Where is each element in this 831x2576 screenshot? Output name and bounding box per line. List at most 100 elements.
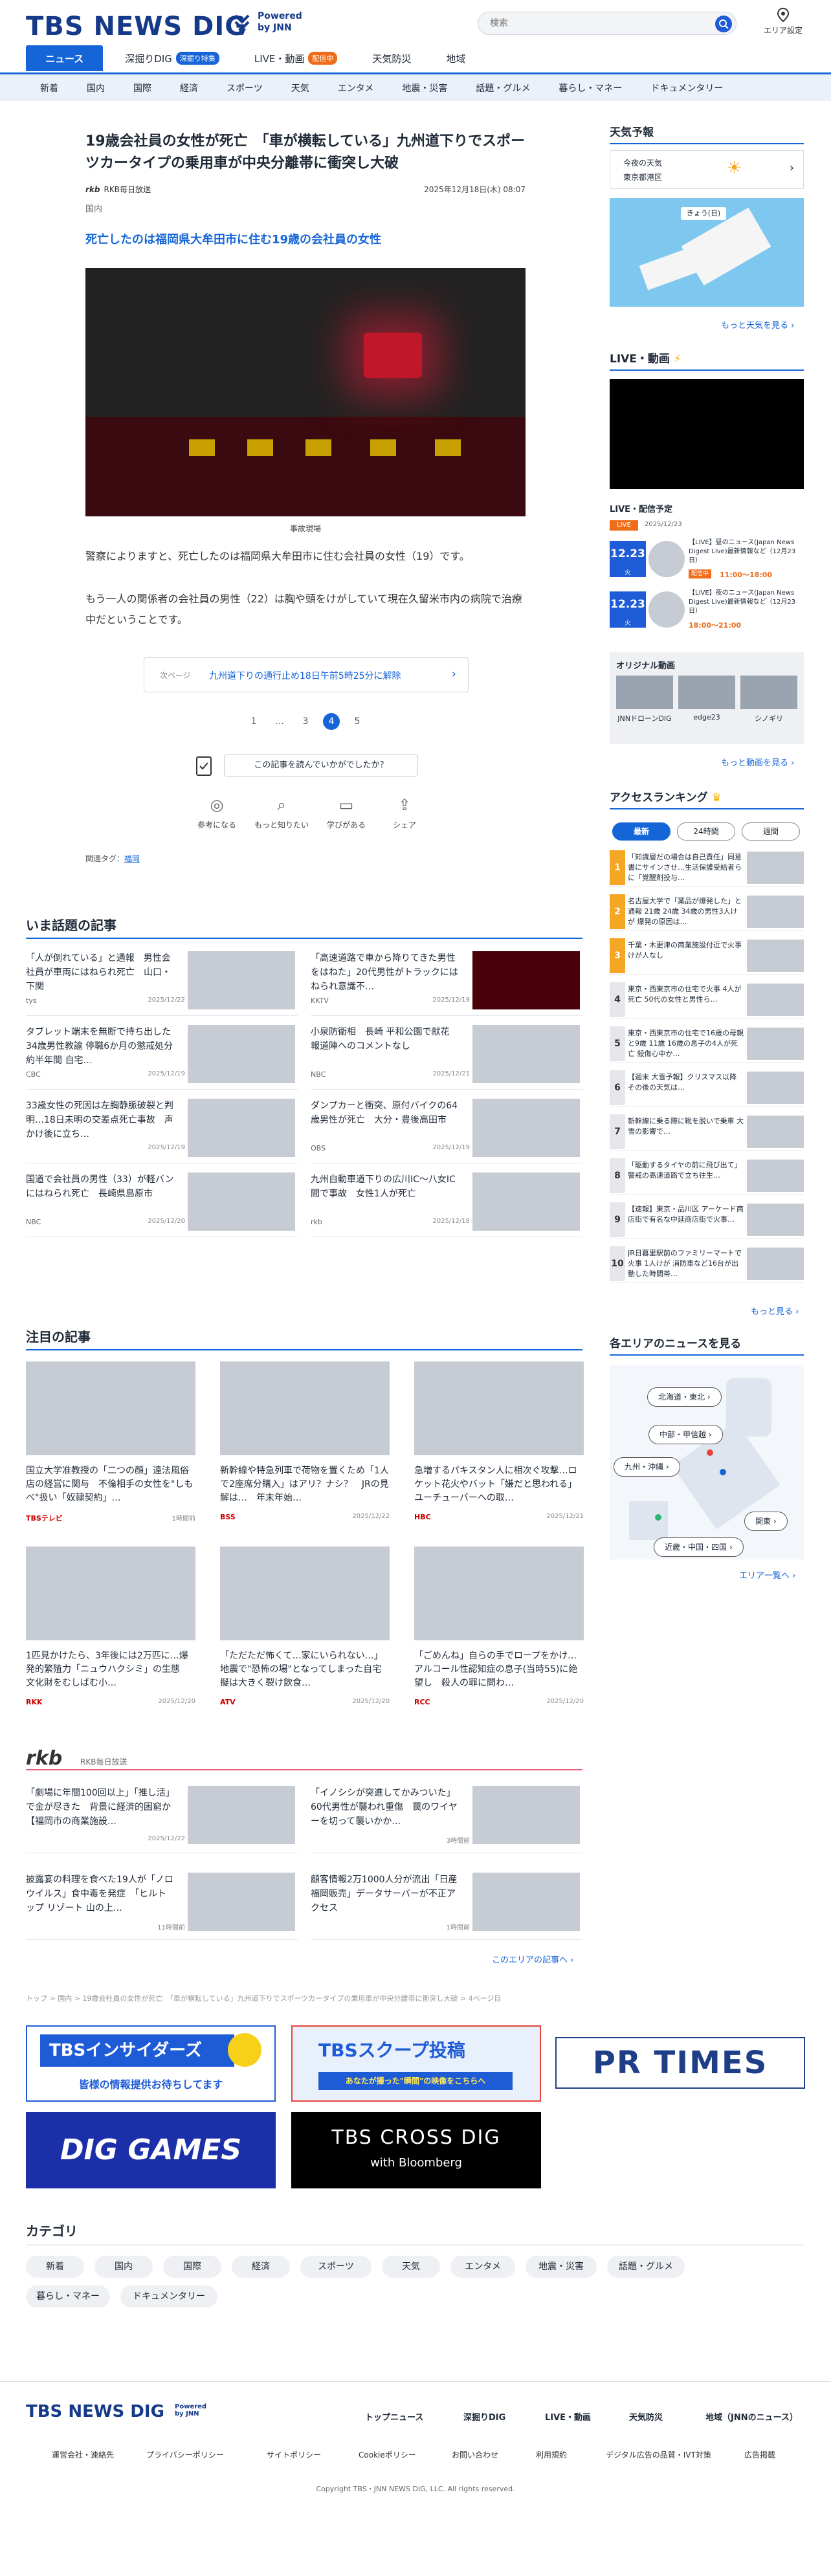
popular-card[interactable]: 小泉防衛相 長崎 平和公園で献花 報道陣へのコメントなし NBC 2025/12/2… xyxy=(311,1025,582,1090)
local-card[interactable]: 「劇場に年間100回以上」「推し活」で金が尽きた 背景に経済的困窮か 【福岡市の… xyxy=(26,1786,298,1853)
feedback-learn-button[interactable]: ▭ 学びがある xyxy=(317,796,375,830)
popular-card[interactable]: 「高速道路で車から降りてきた男性をはねた」20代男性がトラックにはねられ意識不…… xyxy=(311,951,582,1016)
search-button[interactable] xyxy=(715,16,732,32)
ranking-item[interactable]: 6 【週末 大雪予報】クリスマス以降 その後の天気は… xyxy=(610,1070,804,1106)
category-pill[interactable]: 新着 xyxy=(26,2256,84,2278)
region-chubu[interactable]: 中部・甲信越 › xyxy=(648,1425,723,1444)
category-pill[interactable]: 経済 xyxy=(232,2256,290,2278)
video-more-link[interactable]: もっと動画を見る › xyxy=(721,756,794,768)
footer-nav-link[interactable]: LIVE・動画 xyxy=(545,2410,591,2423)
category-pill[interactable]: 地震・災害 xyxy=(526,2256,597,2278)
category-pill[interactable]: 国際 xyxy=(163,2256,221,2278)
ranking-item[interactable]: 4 東京・西東京市の住宅で火事 4人が死亡 50代の女性と男性ら… xyxy=(610,982,804,1018)
subnav-item[interactable]: 天気 xyxy=(277,82,324,94)
weather-more-link[interactable]: もっと天気を見る › xyxy=(721,318,794,331)
live-video-player[interactable] xyxy=(610,379,804,489)
category-pill[interactable]: ドキュメンタリー xyxy=(120,2285,217,2307)
search-input[interactable] xyxy=(490,12,710,34)
subnav-item[interactable]: 暮らし・マネー xyxy=(544,82,636,94)
region-hokkaido-tohoku[interactable]: 北海道・東北 › xyxy=(647,1387,722,1407)
region-kanto[interactable]: 関東 › xyxy=(744,1512,788,1531)
footer-nav-link[interactable]: トップニュース xyxy=(365,2410,423,2423)
footer-nav-link[interactable]: 地域（JNNのニュース） xyxy=(705,2410,798,2423)
category-pill[interactable]: 話題・グルメ xyxy=(607,2256,685,2278)
popular-card[interactable]: ダンプカーと衝突、原付バイクの64歳男性が死亡 大分・豊後高田市 OBS 2025/… xyxy=(311,1099,582,1163)
original-video-card[interactable]: edge23 xyxy=(678,676,735,721)
original-video-card[interactable]: シノギリ xyxy=(740,676,797,723)
subnav-item[interactable]: スポーツ xyxy=(212,82,277,94)
region-kinki-chugoku-shikoku[interactable]: 近畿・中国・四国 › xyxy=(654,1537,744,1557)
category-pill[interactable]: 天気 xyxy=(382,2256,440,2278)
weather-today-card[interactable]: 今夜の天気 東京都港区 ☀ › xyxy=(610,150,804,189)
subnav-item[interactable]: 国際 xyxy=(119,82,166,94)
subnav-item[interactable]: 話題・グルメ xyxy=(461,82,544,94)
region-kyushu-okinawa[interactable]: 九州・沖縄 › xyxy=(614,1457,680,1477)
subnav-item[interactable]: 経済 xyxy=(166,82,212,94)
footer-link[interactable]: プライバシーポリシー xyxy=(146,2449,224,2460)
popular-card[interactable]: 九州自動車道下りの広川IC〜八女IC間で事故 女性1人が死亡 rkb 2025/12… xyxy=(311,1172,582,1237)
footer-link[interactable]: 利用規約 xyxy=(536,2449,567,2460)
subnav-item[interactable]: 国内 xyxy=(72,82,119,94)
scoop-banner[interactable]: TBSスクープ投稿 あなたが撮った"瞬間"の映像をこちらへ xyxy=(291,2025,541,2102)
feedback-helpful-button[interactable]: ◎ 参考になる xyxy=(188,796,246,830)
featured-card[interactable]: 新幹線や特急列車で荷物を置くため「1人で2座席分購入」はアリ？ナシ？ JRの見解… xyxy=(220,1361,390,1521)
category-pill[interactable]: 暮らし・マネー xyxy=(26,2285,110,2307)
local-card[interactable]: 「イノシシが突進してかみついた」60代男性が襲われ重傷 罠のワイヤーを切って襲い… xyxy=(311,1786,582,1853)
prtimes-banner[interactable]: PR TIMES xyxy=(555,2037,805,2089)
feedback-more-button[interactable]: ⌕ もっと知りたい xyxy=(252,796,311,830)
live-schedule-item[interactable]: 12.23 火 【LIVE】昼のニュース(Japan News Digest Liv… xyxy=(610,537,804,582)
ranking-more-link[interactable]: もっと見る › xyxy=(751,1305,799,1317)
nav-news[interactable]: ニュース xyxy=(26,45,104,71)
dig-games-banner[interactable]: DIG GAMES xyxy=(26,2112,276,2188)
footer-link[interactable]: 広告掲載 xyxy=(744,2449,775,2460)
ranking-item[interactable]: 9 【速報】東京・品川区 アーケード商店街で有名な中延商店街で火事… xyxy=(610,1202,804,1238)
ranking-item[interactable]: 8 「駆動するタイヤの前に飛び出て」警戒の高速道路で立ち往生… xyxy=(610,1158,804,1194)
footer-link[interactable]: 運営会社・連絡先 xyxy=(52,2449,114,2460)
article-category[interactable]: 国内 xyxy=(85,202,102,214)
subnav-item[interactable]: エンタメ xyxy=(324,82,388,94)
footer-link[interactable]: デジタル広告の品質・IVT対策 xyxy=(606,2449,711,2460)
featured-card[interactable]: 1匹見かけたら、3年後には2万匹に…爆発的繁殖力「ニュウハクシミ」の生態 文化財… xyxy=(26,1547,195,1706)
ranking-item[interactable]: 10 JR日暮里駅前のファミリーマートで火事 1人けが 消防車など16台が出動した… xyxy=(610,1246,804,1282)
page-3[interactable]: 3 xyxy=(293,713,318,730)
site-logo[interactable]: TBS NEWS DIG xyxy=(26,12,247,41)
footer-link[interactable]: Cookieポリシー xyxy=(359,2449,416,2460)
region-more-link[interactable]: エリア一覧へ › xyxy=(739,1569,795,1581)
featured-card[interactable]: 国立大学准教授の「二つの顔」遠法風俗店の経営に関与 不倫相手の女性を"しもべ"扱… xyxy=(26,1361,195,1523)
footer-nav-link[interactable]: 深掘りDIG xyxy=(463,2410,505,2423)
nav-live[interactable]: LIVE・動画 配信中 xyxy=(241,45,351,71)
ranking-item[interactable]: 5 東京・西東京市の住宅で16歳の母親と9歳 11歳 16歳の息子の4人が死亡 殺… xyxy=(610,1026,804,1062)
local-more-link[interactable]: このエリアの記事へ › xyxy=(492,1953,573,1965)
featured-card[interactable]: 「ごめんね」自らの手でロープをかけ…アルコール性認知症の息子(当時55)に絶望し… xyxy=(414,1547,584,1706)
popular-card[interactable]: 国道で会社員の男性（33）が軽バンにはねられ死亡 長崎県島原市 NBC 2025/1… xyxy=(26,1172,298,1237)
ranking-tab-weekly[interactable]: 週間 xyxy=(742,822,800,841)
subnav-item[interactable]: 新着 xyxy=(26,82,72,94)
local-card[interactable]: 披露宴の料理を食べた19人が「ノロウイルス」食中毒を発症 「ヒルトップ リゾート… xyxy=(26,1873,298,1940)
ranking-tab-latest[interactable]: 最新 xyxy=(612,822,670,841)
nav-deep-dig[interactable]: 深掘りDIG 深掘り特集 xyxy=(112,45,232,71)
ranking-item[interactable]: 2 名古屋大学で「薬品が爆発した」と通報 21歳 24歳 34歳の男性3人けが 爆… xyxy=(610,894,804,930)
footer-nav-link[interactable]: 天気防災 xyxy=(629,2410,663,2423)
ranking-item[interactable]: 3 千葉・木更津の商業施設付近で火事 けが人なし xyxy=(610,938,804,974)
footer-link[interactable]: サイトポリシー xyxy=(267,2449,321,2460)
local-card[interactable]: 顧客情報2万1000人分が流出「日産福岡販売」データサーバーが不正アクセス 1時間… xyxy=(311,1873,582,1940)
popular-card[interactable]: タブレット端末を無断で持ち出した34歳男性教諭 停職6か月の懲戒処分 約半年間 … xyxy=(26,1025,298,1090)
footer-link[interactable]: お問い合わせ xyxy=(452,2449,498,2460)
footer-logo[interactable]: TBS NEWS DIG xyxy=(26,2402,164,2421)
article-source[interactable]: rkb RKB毎日放送 xyxy=(85,184,151,195)
cross-dig-banner[interactable]: TBS CROSS DIG with Bloomberg xyxy=(291,2112,541,2188)
popular-card[interactable]: 「人が倒れている」と通報 男性会社員が車両にはねられ死亡 山口・下関 tys 202… xyxy=(26,951,298,1016)
tag-link[interactable]: 福岡 xyxy=(124,854,140,863)
category-pill[interactable]: スポーツ xyxy=(300,2256,371,2278)
live-schedule-item[interactable]: 12.23 火 【LIVE】夜のニュース(Japan News Digest Liv… xyxy=(610,588,804,633)
nav-region[interactable]: 地域 xyxy=(433,45,478,71)
featured-card[interactable]: 急増するパキスタン人に相次ぐ攻撃…ロケット花火やバット「嫌だと思われる」ユーチュ… xyxy=(414,1361,584,1521)
page-5[interactable]: 5 xyxy=(344,713,370,730)
insiders-banner[interactable]: TBSインサイダーズ 皆様の情報提供お待ちしてます xyxy=(26,2025,276,2102)
area-settings-button[interactable]: エリア設定 xyxy=(760,8,806,36)
featured-card[interactable]: 「ただただ怖くて…家にいられない…」地震で"恐怖の場"となってしまった自宅 擬は… xyxy=(220,1547,390,1706)
category-pill[interactable]: 国内 xyxy=(94,2256,153,2278)
weather-map[interactable]: きょう(日) xyxy=(610,198,804,307)
original-video-card[interactable]: JNNドローンDIG xyxy=(616,676,673,723)
page-1[interactable]: 1 xyxy=(241,713,267,730)
